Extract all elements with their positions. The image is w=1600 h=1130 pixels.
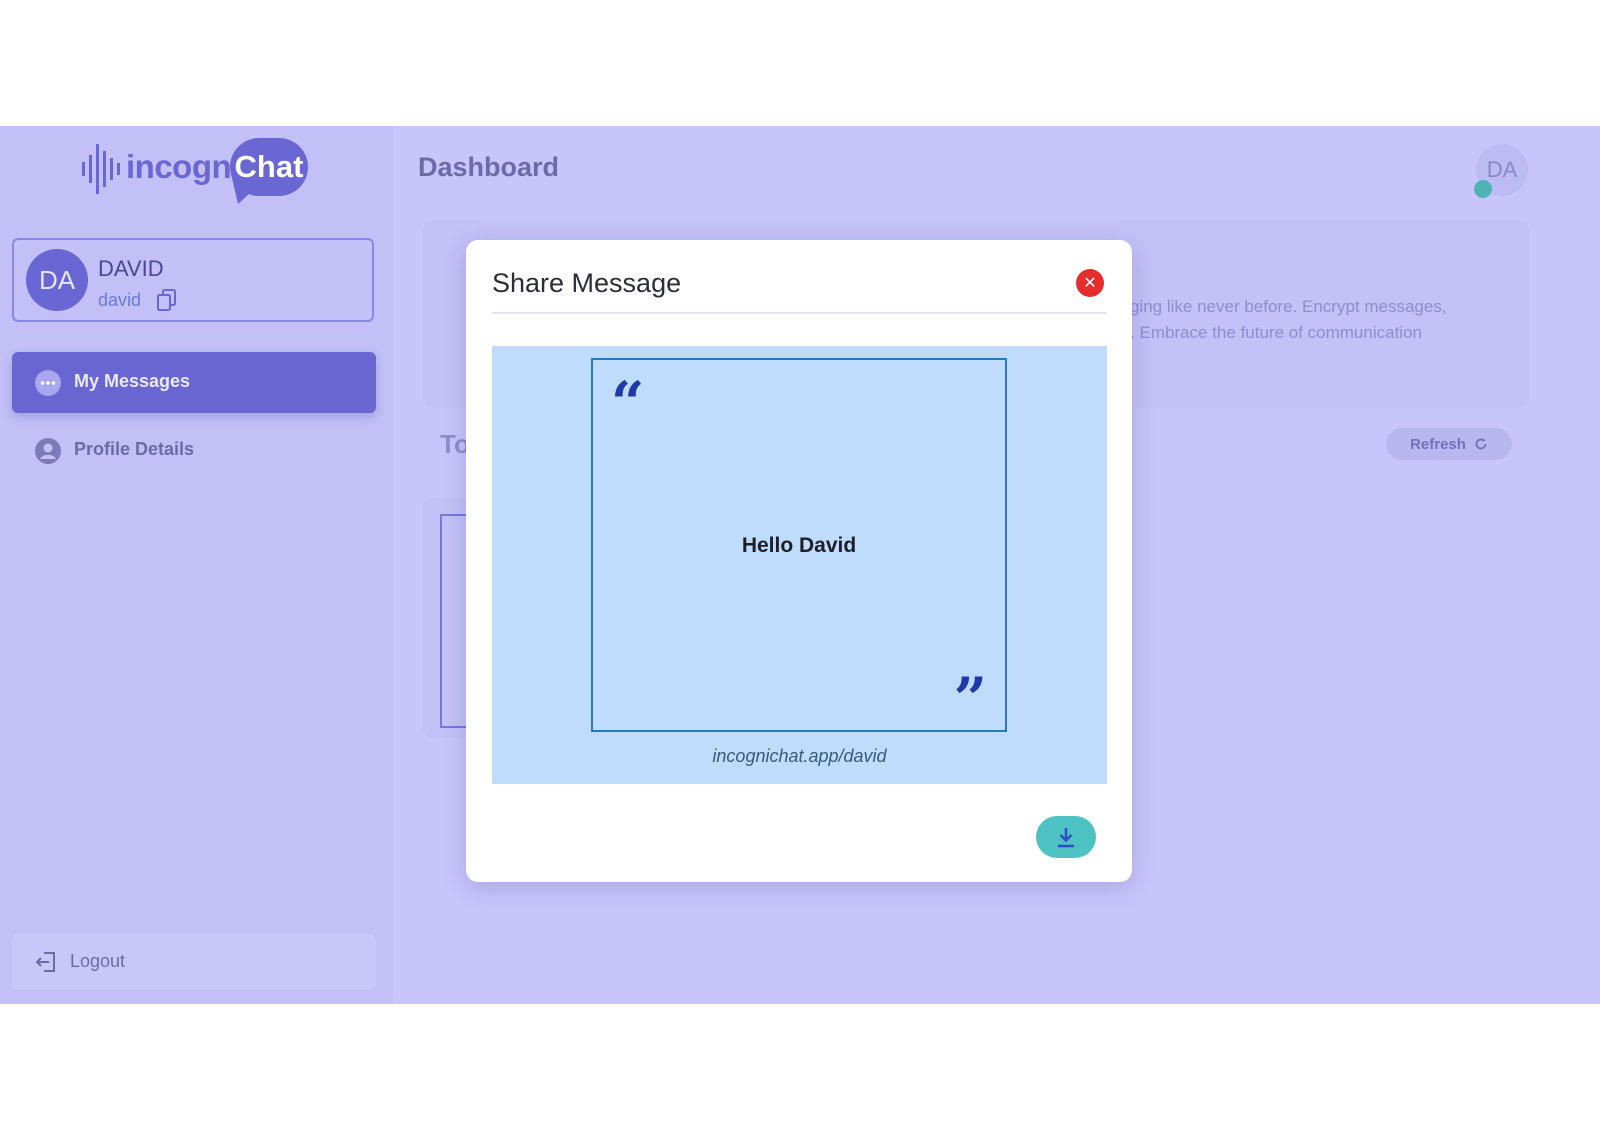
page-title: Dashboard <box>418 152 560 182</box>
sidebar-item-label: My Messages <box>74 371 191 391</box>
user-circle-icon <box>35 438 61 464</box>
logo-bubble: Chat <box>230 138 308 196</box>
quote-box: “ Hello David ” <box>591 358 1007 732</box>
message-text: Hello David <box>741 534 857 557</box>
close-quote-icon: ” <box>953 665 987 733</box>
profile-card: DA DAVID david <box>12 238 374 322</box>
modal-divider <box>492 312 1107 314</box>
intro-text: ging like never before. Encrypt messages… <box>1130 294 1510 346</box>
copy-icon[interactable] <box>156 288 178 312</box>
logout-icon <box>35 952 55 972</box>
sidebar-item-label: Profile Details <box>74 439 195 459</box>
sidebar: incogni Chat DA DAVID david My Messages <box>0 126 393 1004</box>
logout-label: Logout <box>70 951 126 971</box>
logo-word: incogni <box>126 148 240 185</box>
chat-bubble-icon <box>35 370 61 396</box>
profile-name: DAVID <box>98 256 164 281</box>
avatar: DA <box>26 249 88 311</box>
modal-title: Share Message <box>492 268 682 298</box>
refresh-icon <box>1475 438 1487 450</box>
share-card: “ Hello David ” incognichat.app/david <box>492 346 1107 784</box>
soundwave-icon <box>82 144 120 194</box>
logo[interactable]: incogni Chat <box>80 138 310 204</box>
sidebar-item-profile-details[interactable]: Profile Details <box>12 420 376 481</box>
sidebar-item-my-messages[interactable]: My Messages <box>12 352 376 413</box>
refresh-button[interactable]: Refresh <box>1386 428 1512 460</box>
download-button[interactable] <box>1036 816 1096 858</box>
share-link: incognichat.app/david <box>712 746 887 766</box>
share-message-modal: Share Message ✕ “ Hello David ” incognic… <box>466 240 1132 882</box>
online-status-dot <box>1474 180 1492 198</box>
logout-button[interactable]: Logout <box>12 934 376 990</box>
intro-line: ging like never before. Encrypt messages… <box>1130 297 1447 316</box>
profile-username: david <box>98 290 142 310</box>
app-window: incogni Chat DA DAVID david My Messages <box>0 126 1600 1004</box>
open-quote-icon: “ <box>611 369 645 437</box>
close-icon[interactable]: ✕ <box>1076 269 1104 297</box>
download-icon <box>1058 828 1074 848</box>
refresh-label: Refresh <box>1410 435 1466 453</box>
intro-line: . Embrace the future of communication <box>1130 323 1422 342</box>
